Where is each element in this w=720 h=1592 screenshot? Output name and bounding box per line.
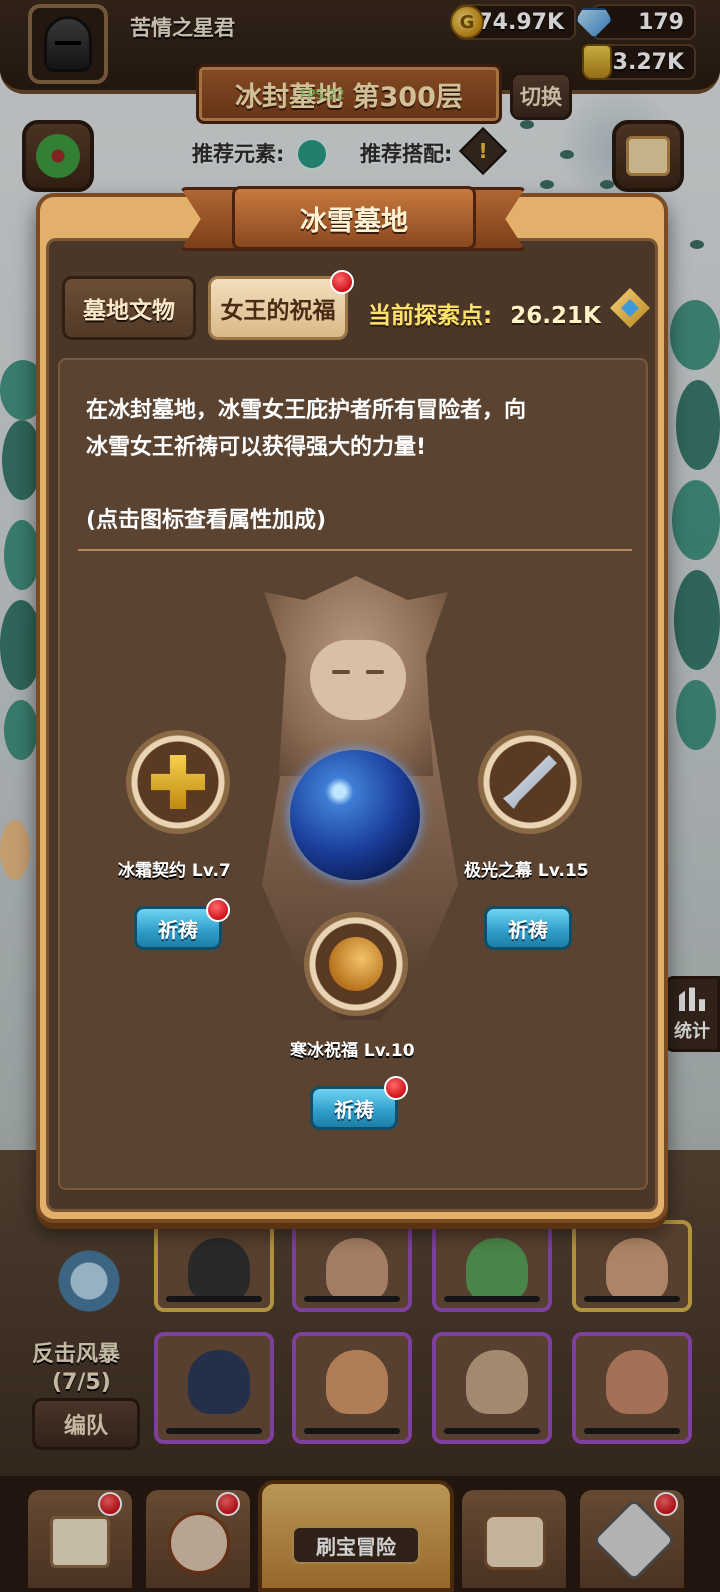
blessing-name: 寒冰祝福 Lv.10 [290, 1041, 415, 1061]
pray-notification-dot [206, 898, 230, 922]
modal-title-text: 冰雪墓地 [300, 205, 408, 237]
dragon-icon [329, 937, 383, 991]
pray-notification-dot [384, 1076, 408, 1100]
pray-button[interactable]: 祈祷 [484, 906, 572, 950]
section-divider [78, 549, 632, 551]
tab-graveyard-relics[interactable]: 墓地文物 [62, 276, 196, 340]
golden-cross-icon [151, 755, 205, 809]
crystal-orb [290, 750, 420, 880]
tab-queen-blessing[interactable]: 女王的祝福 [208, 276, 348, 340]
blessing-name: 冰霜契约 Lv.7 [118, 861, 231, 881]
ice-blessing-medal[interactable] [304, 912, 408, 1016]
sword-icon [503, 755, 557, 809]
frost-pact-medal[interactable] [126, 730, 230, 834]
explore-points-value: 26.21K [510, 303, 601, 329]
blessing-hint: (点击图标查看属性加成) [86, 508, 327, 533]
description-line: 在冰封墓地，冰雪女王庇护者所有冒险者，向 [86, 398, 527, 423]
description-line: 冰雪女王祈祷可以获得强大的力量! [86, 435, 427, 460]
explore-points-display: 当前探索点: 26.21K [368, 296, 601, 330]
blessing-name: 极光之幕 Lv.15 [464, 861, 589, 881]
aurora-veil-medal[interactable] [478, 730, 582, 834]
blessing-tab-notification-dot [330, 270, 354, 294]
modal-title: 冰雪墓地 [232, 186, 476, 250]
blessing-description: 在冰封墓地，冰雪女王庇护者所有冒险者，向 冰雪女王祈祷可以获得强大的力量! [86, 392, 626, 466]
ice-queen-statue-face [310, 640, 406, 720]
explore-points-label: 当前探索点: [368, 303, 493, 329]
